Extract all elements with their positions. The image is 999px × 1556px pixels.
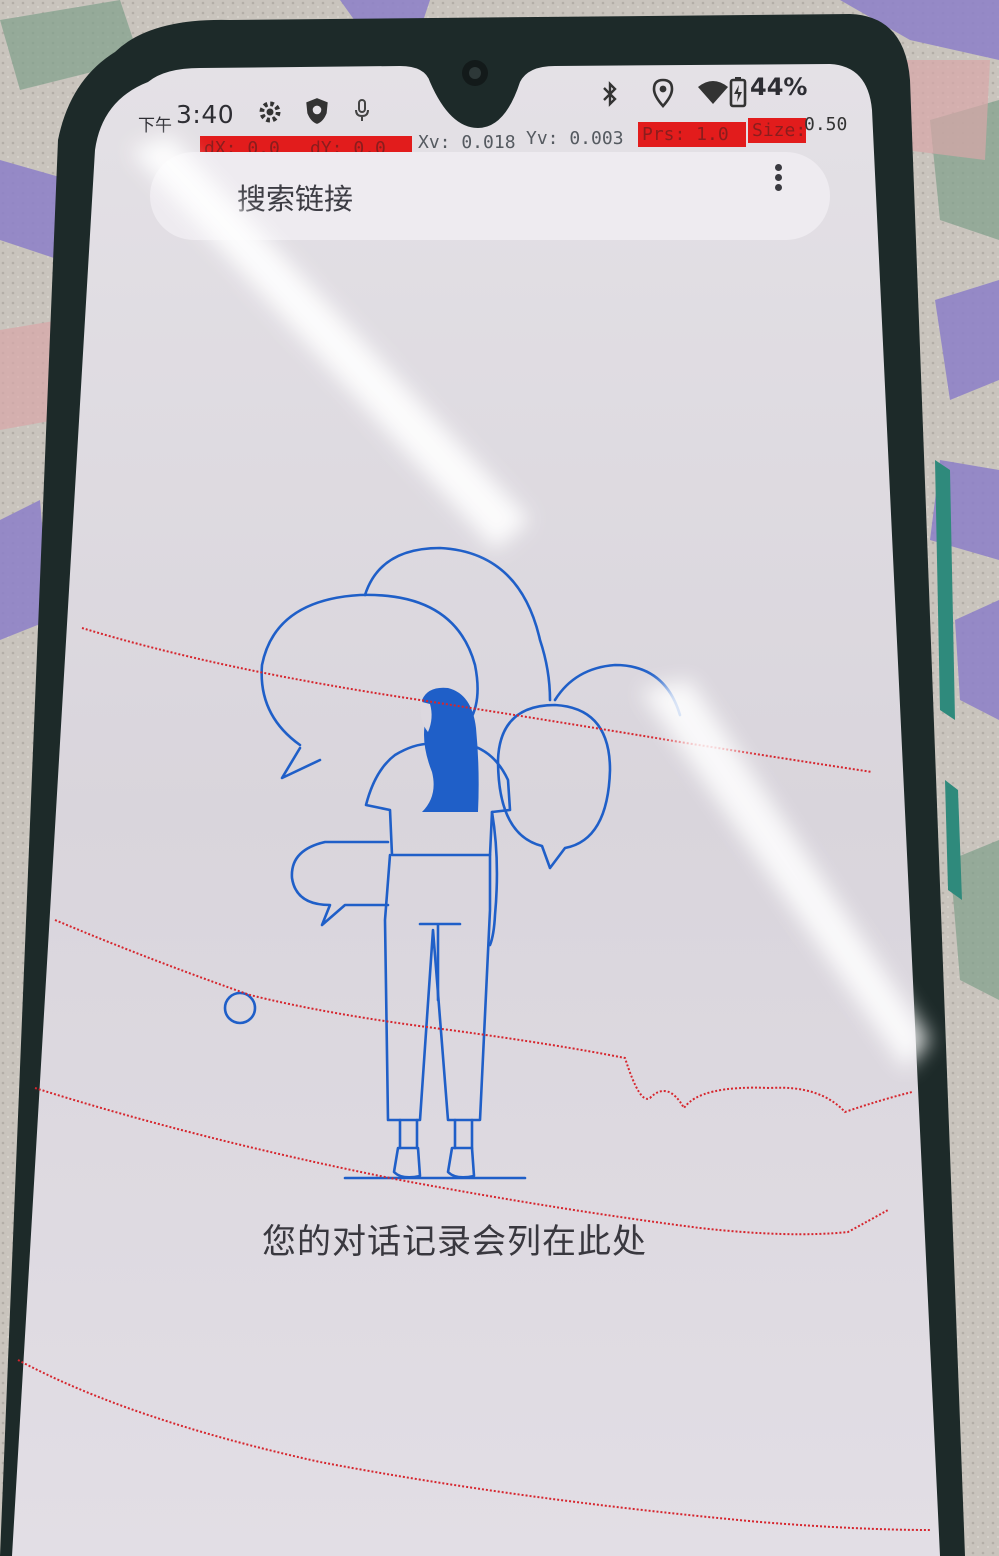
pointer-trace-overlay [17,627,931,1531]
pointer-trace-line [17,1359,931,1531]
pointer-trace-line [54,919,913,1114]
empty-state-message: 您的对话记录会列在此处 [262,1222,647,1262]
pointer-trace-line [34,1087,889,1236]
pointer-trace-line [81,627,873,773]
